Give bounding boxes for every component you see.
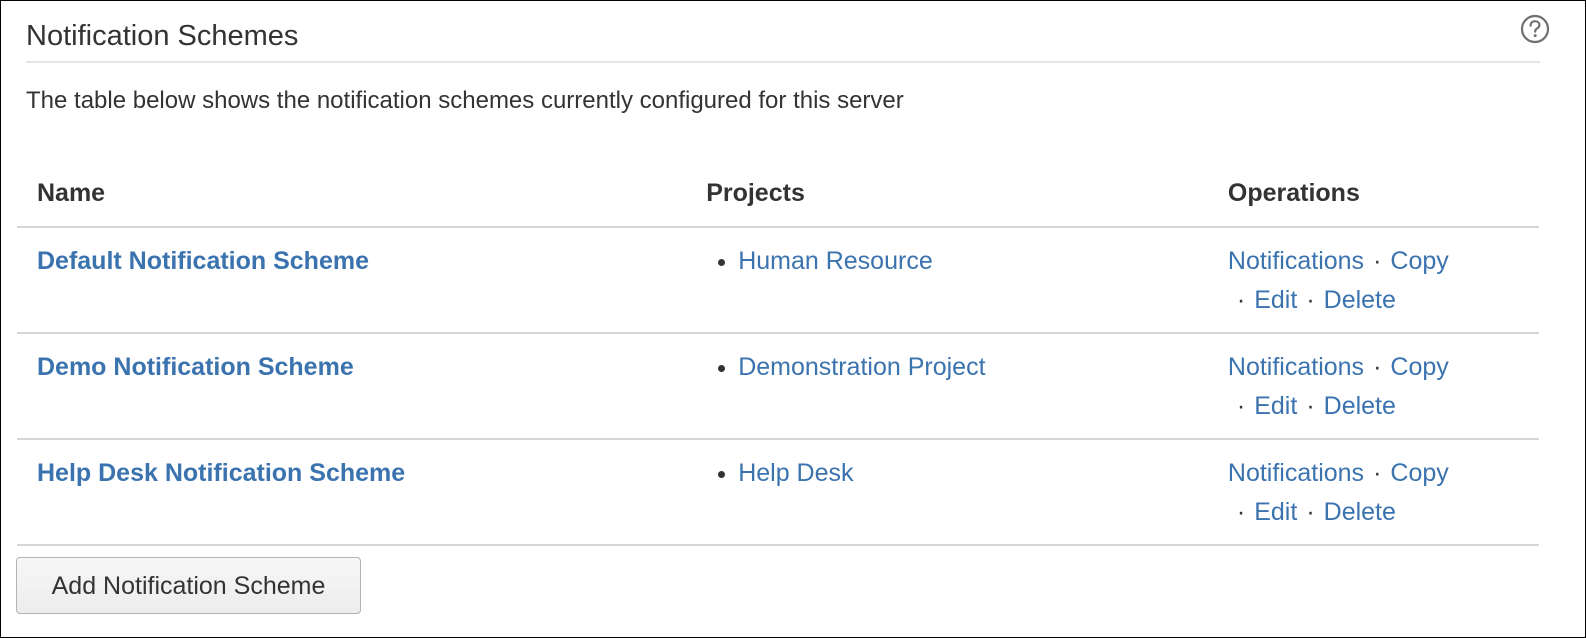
scheme-name-link[interactable]: Help Desk Notification Scheme <box>37 459 405 487</box>
delete-link[interactable]: Delete <box>1324 392 1396 420</box>
schemes-table: Name Projects Operations Default Notific… <box>17 160 1539 546</box>
edit-link[interactable]: Edit <box>1254 286 1297 314</box>
operations-links: Notifications · Copy · Edit · Delete <box>1228 454 1498 532</box>
copy-link[interactable]: Copy <box>1390 459 1448 487</box>
delete-link[interactable]: Delete <box>1324 286 1396 314</box>
separator-dot: · <box>1306 392 1315 420</box>
operations-cell: Notifications · Copy · Edit · Delete <box>1207 333 1539 440</box>
edit-link[interactable]: Edit <box>1254 498 1297 526</box>
project-list: Help Desk <box>706 454 1208 493</box>
projects-cell: Human Resource <box>686 227 1208 334</box>
scheme-name-cell: Demo Notification Scheme <box>17 333 687 440</box>
project-link[interactable]: Help Desk <box>738 459 853 487</box>
separator-dot: · <box>1236 286 1246 314</box>
project-list: Human Resource <box>706 242 1208 281</box>
projects-cell: Help Desk <box>686 439 1208 546</box>
project-link[interactable]: Demonstration Project <box>738 353 985 381</box>
separator-dot: · <box>1373 459 1382 487</box>
project-list-item: Demonstration Project <box>718 348 1208 387</box>
project-list-item: Human Resource <box>718 242 1208 281</box>
table-row: Demo Notification Scheme Demonstration P… <box>17 333 1539 440</box>
project-link[interactable]: Human Resource <box>738 247 933 275</box>
edit-link[interactable]: Edit <box>1254 392 1297 420</box>
separator-dot: · <box>1236 498 1246 526</box>
table-row: Default Notification Scheme Human Resour… <box>17 227 1539 334</box>
scheme-name-cell: Help Desk Notification Scheme <box>17 439 687 546</box>
operations-cell: Notifications · Copy · Edit · Delete <box>1207 439 1539 546</box>
notification-schemes-panel: Notification Schemes The table below sho… <box>0 0 1586 638</box>
column-header-operations: Operations <box>1207 160 1539 228</box>
page-title: Notification Schemes <box>26 20 299 52</box>
page-header: Notification Schemes <box>26 13 1550 63</box>
project-list: Demonstration Project <box>706 348 1208 387</box>
operations-links: Notifications · Copy · Edit · Delete <box>1228 348 1498 426</box>
separator-dot: · <box>1373 247 1382 275</box>
copy-link[interactable]: Copy <box>1390 353 1448 381</box>
column-header-projects: Projects <box>686 160 1208 228</box>
scheme-name-link[interactable]: Default Notification Scheme <box>37 247 369 275</box>
help-circle-icon[interactable] <box>1520 14 1550 44</box>
separator-dot: · <box>1306 286 1315 314</box>
operations-links: Notifications · Copy · Edit · Delete <box>1228 242 1498 320</box>
notifications-link[interactable]: Notifications <box>1228 247 1364 275</box>
projects-cell: Demonstration Project <box>686 333 1208 440</box>
notifications-link[interactable]: Notifications <box>1228 353 1364 381</box>
page-description: The table below shows the notification s… <box>26 87 904 114</box>
project-list-item: Help Desk <box>718 454 1208 493</box>
operations-cell: Notifications · Copy · Edit · Delete <box>1207 227 1539 334</box>
notifications-link[interactable]: Notifications <box>1228 459 1364 487</box>
table-row: Help Desk Notification Scheme Help Desk … <box>17 439 1539 546</box>
separator-dot: · <box>1373 353 1382 381</box>
scheme-name-cell: Default Notification Scheme <box>17 227 687 334</box>
delete-link[interactable]: Delete <box>1324 498 1396 526</box>
scheme-name-link[interactable]: Demo Notification Scheme <box>37 353 354 381</box>
separator-dot: · <box>1306 498 1315 526</box>
copy-link[interactable]: Copy <box>1390 247 1448 275</box>
column-header-name: Name <box>17 160 687 228</box>
add-notification-scheme-button[interactable]: Add Notification Scheme <box>16 557 361 614</box>
table-header-row: Name Projects Operations <box>17 160 1539 228</box>
separator-dot: · <box>1236 392 1246 420</box>
